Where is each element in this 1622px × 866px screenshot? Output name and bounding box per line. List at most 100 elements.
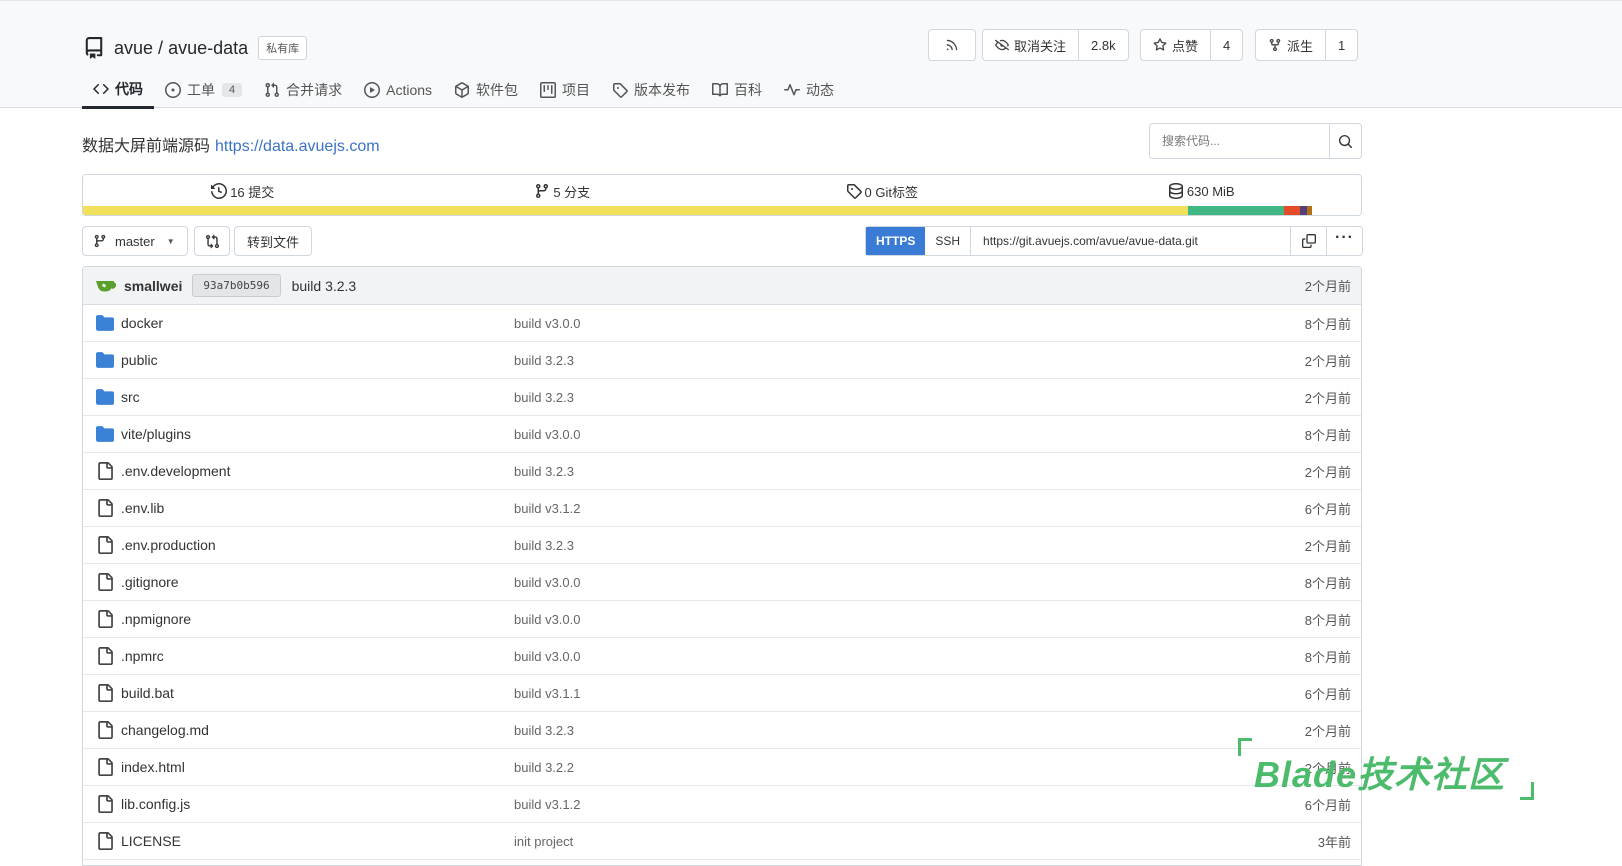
- table-row[interactable]: index.html build 3.2.2 2个月前: [83, 749, 1361, 786]
- search-button[interactable]: [1329, 124, 1361, 158]
- file-commit-message[interactable]: build v3.0.0: [514, 612, 581, 627]
- ssh-tab[interactable]: SSH: [925, 227, 970, 255]
- table-row[interactable]: .npmignore build v3.0.0 8个月前: [83, 601, 1361, 638]
- file-icon: [96, 795, 114, 813]
- tab-pull-requests[interactable]: 合并请求: [253, 71, 353, 109]
- file-commit-message[interactable]: build v3.0.0: [514, 575, 581, 590]
- watermark-text: Blade技术社区: [1254, 754, 1506, 795]
- table-row[interactable]: docker build v3.0.0 8个月前: [83, 305, 1361, 342]
- file-commit-message[interactable]: build v3.0.0: [514, 316, 581, 331]
- tab-actions[interactable]: Actions: [353, 71, 443, 109]
- file-commit-message[interactable]: build 3.2.3: [514, 538, 574, 553]
- https-tab[interactable]: HTTPS: [866, 227, 926, 255]
- forks-count[interactable]: 1: [1325, 30, 1357, 60]
- file-name[interactable]: src: [121, 389, 140, 405]
- tab-activity[interactable]: 动态: [773, 71, 845, 109]
- file-name[interactable]: docker: [121, 315, 163, 331]
- file-rows: docker build v3.0.0 8个月前 public build 3.2.3 2…: [83, 305, 1361, 860]
- fork-button[interactable]: 派生: [1256, 30, 1325, 60]
- file-commit-message[interactable]: build 3.2.3: [514, 723, 574, 738]
- table-row[interactable]: lib.config.js build v3.1.2 6个月前: [83, 786, 1361, 823]
- watchers-count[interactable]: 2.8k: [1078, 30, 1128, 60]
- more-options-button[interactable]: ···: [1326, 227, 1362, 255]
- repo-name-link[interactable]: avue-data: [168, 38, 248, 59]
- file-name[interactable]: changelog.md: [121, 722, 209, 738]
- stars-count[interactable]: 4: [1210, 30, 1242, 60]
- table-row[interactable]: changelog.md build 3.2.3 2个月前: [83, 712, 1361, 749]
- tab-projects[interactable]: 项目: [529, 71, 601, 109]
- clone-url-input[interactable]: https://git.avuejs.com/avue/avue-data.gi…: [970, 227, 1290, 255]
- file-name[interactable]: .env.lib: [121, 500, 164, 516]
- unwatch-button[interactable]: 取消关注: [983, 30, 1078, 60]
- file-commit-message[interactable]: build 3.2.3: [514, 464, 574, 479]
- eye-closed-icon: [995, 39, 1009, 51]
- copy-url-button[interactable]: [1290, 227, 1326, 255]
- avatar: [96, 280, 117, 291]
- commit-sha[interactable]: 93a7b0b596: [192, 274, 281, 297]
- table-row[interactable]: build.bat build v3.1.1 6个月前: [83, 675, 1361, 712]
- play-icon: [364, 82, 381, 98]
- file-commit-message[interactable]: build v3.1.1: [514, 686, 581, 701]
- compare-button[interactable]: [194, 226, 230, 256]
- table-row[interactable]: LICENSE init project 3年前: [83, 823, 1361, 860]
- table-row[interactable]: .env.development build 3.2.3 2个月前: [83, 453, 1361, 490]
- commit-message[interactable]: build 3.2.3: [292, 278, 357, 294]
- table-row[interactable]: .env.production build 3.2.3 2个月前: [83, 527, 1361, 564]
- file-commit-message[interactable]: build v3.0.0: [514, 427, 581, 442]
- tab-wiki[interactable]: 百科: [701, 71, 773, 109]
- tags-link[interactable]: 0 Git标签: [722, 175, 1042, 207]
- table-row[interactable]: .gitignore build v3.0.0 8个月前: [83, 564, 1361, 601]
- issues-count-badge: 4: [222, 83, 243, 97]
- tab-packages-label: 软件包: [476, 82, 519, 98]
- website-link[interactable]: https://data.avuejs.com: [215, 138, 380, 155]
- commits-link[interactable]: 16 提交: [83, 175, 403, 207]
- table-row[interactable]: public build 3.2.3 2个月前: [83, 342, 1361, 379]
- file-name[interactable]: .env.development: [121, 463, 230, 479]
- tab-packages[interactable]: 软件包: [443, 71, 529, 109]
- file-name[interactable]: .npmrc: [121, 648, 164, 664]
- star-button[interactable]: 点赞: [1141, 30, 1210, 60]
- file-name[interactable]: vite/plugins: [121, 426, 191, 442]
- table-row[interactable]: .npmrc build v3.0.0 8个月前: [83, 638, 1361, 675]
- repo-owner-link[interactable]: avue: [114, 38, 153, 59]
- file-name[interactable]: .npmignore: [121, 611, 191, 627]
- goto-file-button[interactable]: 转到文件: [234, 226, 312, 256]
- file-list: smallwei 93a7b0b596 build 3.2.3 2个月前 doc…: [82, 266, 1362, 866]
- file-name[interactable]: .env.production: [121, 537, 216, 553]
- file-commit-message[interactable]: build v3.0.0: [514, 649, 581, 664]
- file-commit-message[interactable]: build v3.1.2: [514, 501, 581, 516]
- file-icon: [96, 499, 114, 517]
- commit-author[interactable]: smallwei: [124, 278, 182, 294]
- file-commit-message[interactable]: build 3.2.2: [514, 760, 574, 775]
- branches-link[interactable]: 5 分支: [403, 175, 723, 207]
- file-commit-time: 8个月前: [1304, 612, 1351, 628]
- rss-button[interactable]: [928, 29, 976, 61]
- latest-commit-row: smallwei 93a7b0b596 build 3.2.3 2个月前: [83, 267, 1361, 305]
- tab-releases[interactable]: 版本发布: [601, 71, 701, 109]
- file-name[interactable]: lib.config.js: [121, 796, 190, 812]
- file-commit-time: 2个月前: [1304, 723, 1351, 739]
- file-name[interactable]: LICENSE: [121, 833, 181, 849]
- visibility-badge: 私有库: [258, 36, 308, 60]
- language-bar[interactable]: [83, 206, 1361, 215]
- table-row[interactable]: src build 3.2.3 2个月前: [83, 379, 1361, 416]
- file-name[interactable]: public: [121, 352, 158, 368]
- file-commit-message[interactable]: build 3.2.3: [514, 390, 574, 405]
- file-commit-message[interactable]: build v3.1.2: [514, 797, 581, 812]
- folder-icon: [96, 351, 114, 369]
- search-input[interactable]: [1150, 124, 1329, 158]
- file-name[interactable]: .gitignore: [121, 574, 179, 590]
- file-name[interactable]: build.bat: [121, 685, 174, 701]
- table-row[interactable]: vite/plugins build v3.0.0 8个月前: [83, 416, 1361, 453]
- file-commit-message[interactable]: init project: [514, 834, 573, 849]
- file-commit-message[interactable]: build 3.2.3: [514, 353, 574, 368]
- file-commit-time: 3年前: [1317, 834, 1351, 850]
- table-row[interactable]: .env.lib build v3.1.2 6个月前: [83, 490, 1361, 527]
- file-name[interactable]: index.html: [121, 759, 185, 775]
- commit-time: 2个月前: [1304, 279, 1351, 294]
- tab-code[interactable]: 代码: [82, 71, 154, 109]
- tab-activity-label: 动态: [806, 82, 835, 98]
- tab-issues[interactable]: 工单 4: [154, 71, 253, 109]
- file-commit-time: 8个月前: [1304, 649, 1351, 665]
- branch-dropdown[interactable]: master ▼: [82, 226, 188, 256]
